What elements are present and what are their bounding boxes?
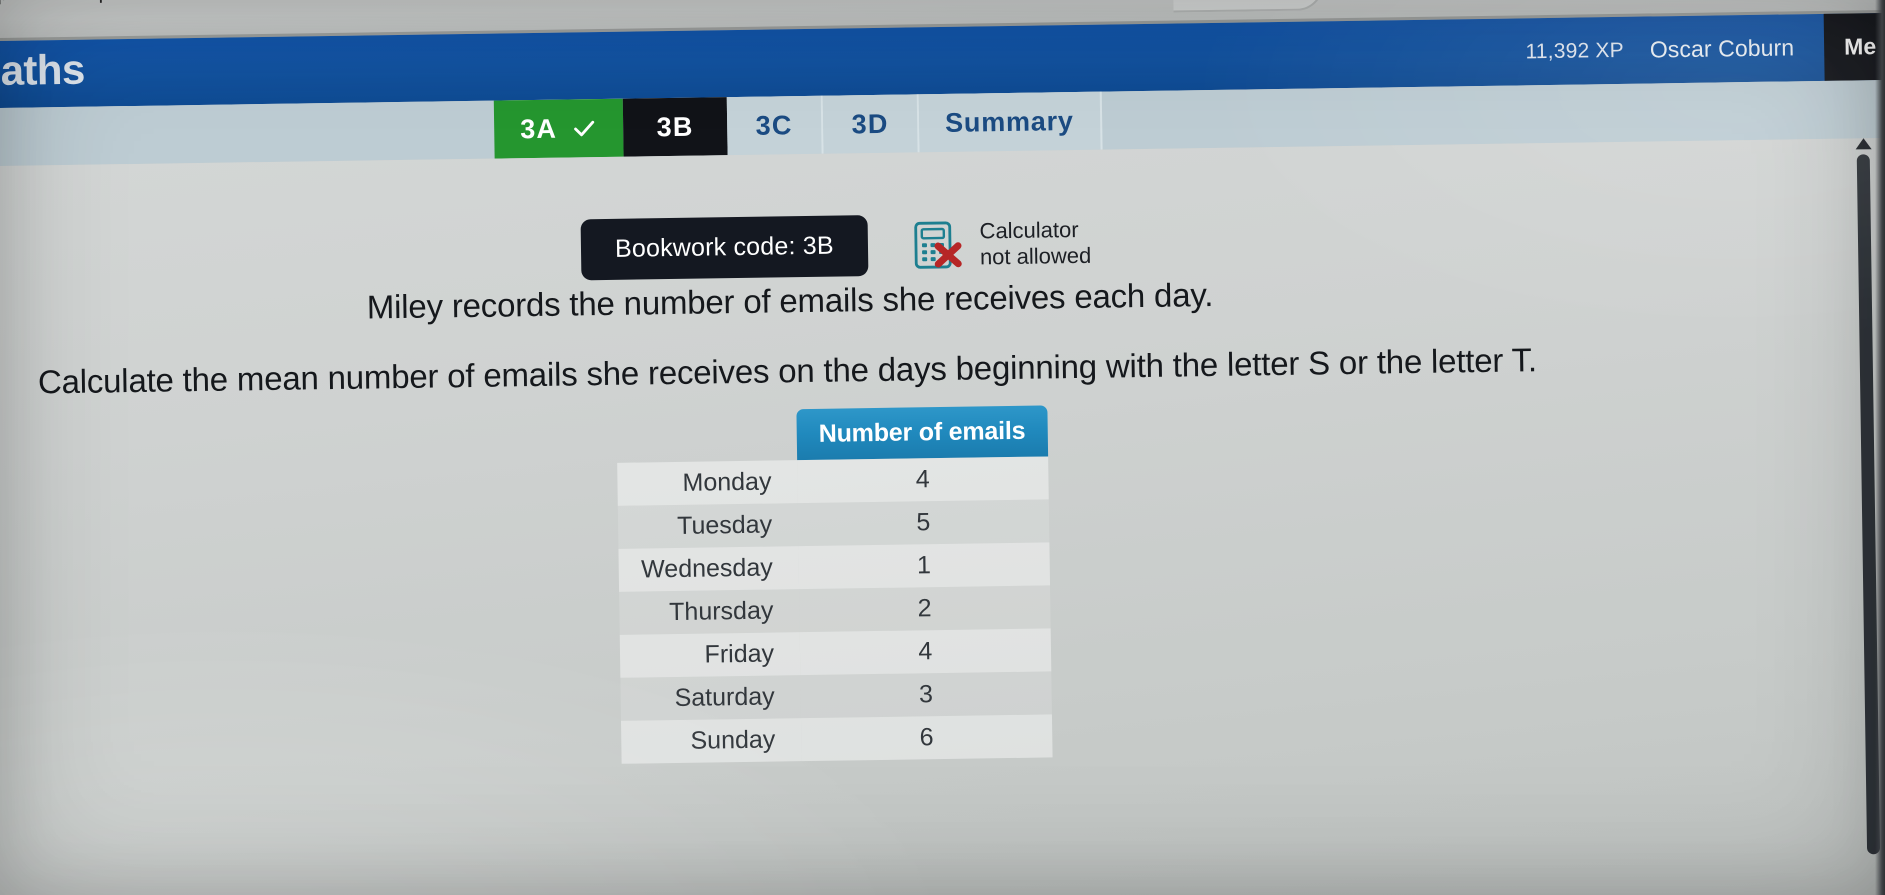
table-cell-day: Wednesday <box>618 546 800 592</box>
header-right-group: 11,392 XP Oscar Coburn Me <box>1525 12 1885 85</box>
question-meta-row: Bookwork code: 3B Calculator not allowed <box>580 212 1092 281</box>
user-name[interactable]: Oscar Coburn <box>1650 34 1795 63</box>
split-screen-icon[interactable] <box>1441 0 1471 1</box>
star-bookmark-icon[interactable] <box>1265 0 1295 3</box>
question-text-line-2: Calculate the mean number of emails she … <box>37 341 1538 401</box>
table-cell-day: Saturday <box>620 675 801 721</box>
tab-summary-label: Summary <box>944 105 1074 138</box>
emails-table: Number of emails Monday 4 Tuesday 5 Wedn… <box>616 405 1053 764</box>
table-cell-value: 3 <box>800 671 1052 719</box>
table-cell-value: 1 <box>798 542 1050 590</box>
table-header-row: Number of emails <box>616 405 1048 463</box>
tab-3d-label: 3D <box>851 108 889 139</box>
emails-table-head: Number of emails <box>616 405 1048 463</box>
calculator-not-allowed-icon <box>911 218 964 271</box>
monitor-bezel-right <box>1875 0 1885 895</box>
table-cell-value: 5 <box>797 499 1049 547</box>
check-icon <box>571 115 597 141</box>
table-cell-day: Monday <box>617 460 798 506</box>
calculator-not-allowed-block: Calculator not allowed <box>911 216 1091 271</box>
extensions-puzzle-icon[interactable] <box>1353 0 1383 2</box>
tab-3a-label: 3A <box>519 113 558 144</box>
xp-counter: 11,392 XP <box>1525 38 1624 63</box>
table-cell-day: Friday <box>619 632 801 678</box>
question-page: Bookwork code: 3B Calculator not allowed… <box>0 137 1885 895</box>
table-row: Tuesday 5 <box>617 499 1049 549</box>
table-row: Saturday 3 <box>620 671 1052 721</box>
table-cell-value: 2 <box>799 585 1051 633</box>
calculator-not-allowed-text: Calculator not allowed <box>979 217 1091 270</box>
calculator-label-line2: not allowed <box>979 242 1092 269</box>
tab-3c[interactable]: 3C <box>726 95 824 156</box>
table-cell-day: Thursday <box>619 589 800 635</box>
question-text-line-1: Miley records the number of emails she r… <box>366 275 1214 326</box>
emails-table-wrapper: Number of emails Monday 4 Tuesday 5 Wedn… <box>616 405 1053 764</box>
calculator-label-line1: Calculator <box>979 216 1079 244</box>
table-cell-value: 4 <box>797 456 1049 504</box>
tab-3d[interactable]: 3D <box>822 94 920 154</box>
emails-table-body: Monday 4 Tuesday 5 Wednesday 1 Thursday … <box>617 456 1053 764</box>
table-row: Friday 4 <box>619 628 1051 678</box>
task-tabs: 3A 3B 3C 3D Summary <box>493 91 1103 159</box>
table-column-header-number-of-emails: Number of emails <box>796 405 1048 461</box>
table-row: Monday 4 <box>617 456 1049 506</box>
table-row: Wednesday 1 <box>618 542 1050 592</box>
tab-3b[interactable]: 3B <box>622 97 728 157</box>
screenshot-canvas: tps://www.sparxmaths.uk/student/package/… <box>0 0 1885 895</box>
tab-3a[interactable]: 3A <box>493 98 624 159</box>
table-cell-value: 4 <box>799 628 1051 676</box>
key-icon[interactable] <box>1209 0 1239 4</box>
table-cell-value: 6 <box>800 714 1053 762</box>
tab-3b-label: 3B <box>656 111 694 142</box>
table-cell-day: Sunday <box>620 718 802 764</box>
bookwork-code-badge: Bookwork code: 3B <box>580 215 869 281</box>
table-cell-day: Tuesday <box>617 503 799 549</box>
tab-summary[interactable]: Summary <box>918 91 1103 153</box>
address-bar-url[interactable]: tps://www.sparxmaths.uk/student/package/… <box>0 0 921 6</box>
tab-3c-label: 3C <box>755 109 793 141</box>
sparx-maths-logo[interactable]: Maths <box>0 46 85 96</box>
table-row: Thursday 2 <box>619 585 1051 635</box>
table-row: Sunday 6 <box>620 714 1053 764</box>
table-corner-cell <box>616 409 797 463</box>
scroll-up-arrow-icon[interactable] <box>1855 138 1872 150</box>
